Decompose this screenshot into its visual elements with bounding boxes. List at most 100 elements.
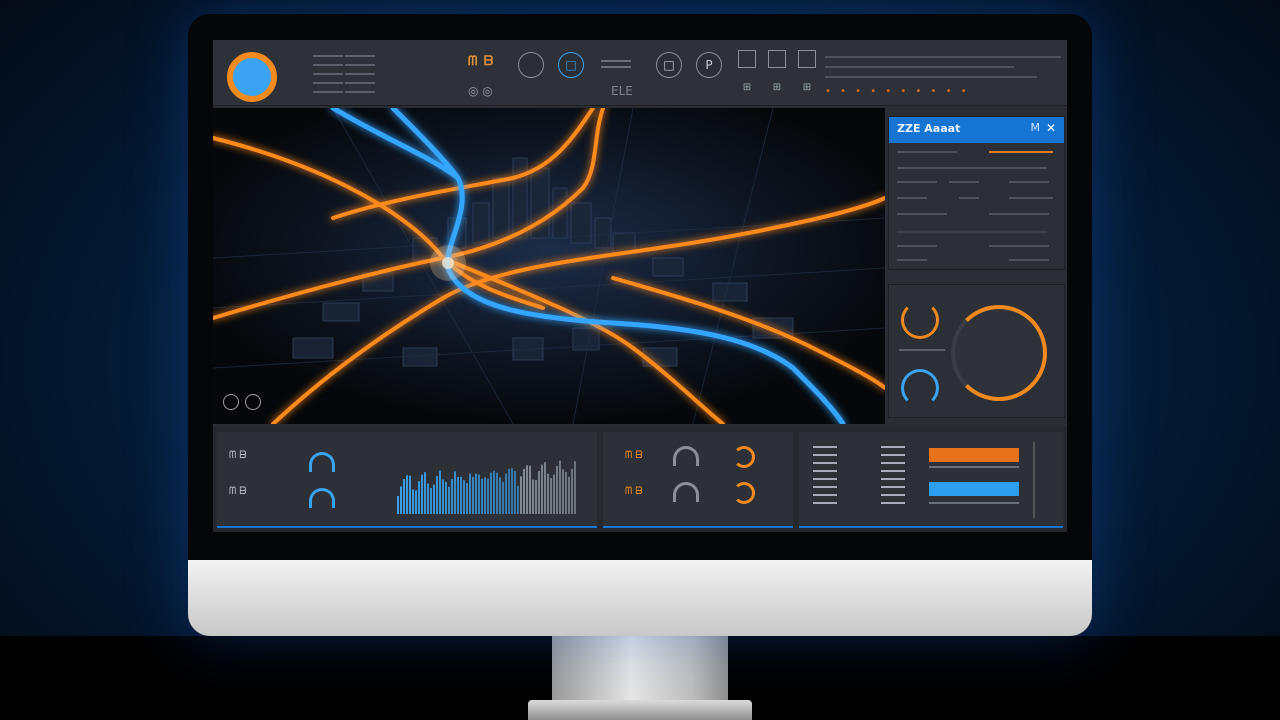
bottom-label-c: ᗰ ᗷ: [625, 450, 643, 461]
city-map-view[interactable]: [213, 108, 885, 424]
menu-lines-secondary: [345, 48, 375, 98]
histogram-bar: [397, 496, 399, 514]
histogram-bar: [520, 476, 522, 514]
histogram-bar: [454, 471, 456, 514]
toolbar-square-button-3[interactable]: [798, 50, 816, 68]
histogram-bar: [433, 484, 435, 514]
histogram-bar: [445, 481, 447, 514]
status-ticker: • • • • • • • • • •: [825, 50, 1061, 100]
histogram-bar: [487, 478, 489, 514]
toolbar-mini-icon-3[interactable]: ⊞: [798, 80, 816, 98]
map-controls: [223, 394, 261, 410]
info-panel-header: ZZE Aaaat M ✕: [889, 117, 1064, 143]
histogram-bar: [442, 479, 444, 514]
map-cloud-icon[interactable]: [245, 394, 261, 410]
histogram-bar: [463, 480, 465, 514]
histogram-bar: [400, 486, 402, 514]
histogram-bar: [496, 472, 498, 514]
mini-gauge-4: [673, 482, 699, 502]
toolbar-status-text: ELE: [611, 84, 633, 98]
map-layer-icon[interactable]: [223, 394, 239, 410]
histogram-bar: [457, 477, 459, 514]
bar-histogram: [397, 460, 576, 514]
histogram-bar: [427, 483, 429, 514]
bottom-panel-middle: ᗰ ᗷ ᗰ ᗷ: [603, 432, 793, 528]
histogram-bar: [505, 473, 507, 514]
histogram-bar: [448, 486, 450, 514]
histogram-bar: [517, 485, 519, 514]
histogram-bar: [514, 471, 516, 514]
histogram-bar: [484, 477, 486, 514]
toolbar-sub-label: ◎ ◎: [468, 84, 493, 98]
histogram-bar: [409, 475, 411, 514]
histogram-bar: [418, 481, 420, 514]
toolbar-circle-button-4[interactable]: P: [696, 52, 722, 78]
histogram-bar: [574, 461, 576, 514]
toolbar-circle-button-1[interactable]: [518, 52, 544, 78]
histogram-bar: [565, 471, 567, 514]
bottom-label-b: ᗰ ᗷ: [229, 486, 247, 497]
mini-gauge-6: [733, 482, 755, 504]
histogram-bar: [436, 476, 438, 514]
stat-lines-2: [881, 446, 905, 506]
histogram-bar: [553, 474, 555, 514]
histogram-bar: [547, 473, 549, 514]
gauge-panel: [888, 284, 1065, 418]
histogram-bar: [421, 474, 423, 514]
pin-icon[interactable]: M: [1031, 121, 1041, 134]
histogram-bar: [511, 468, 513, 514]
histogram-bar: [532, 479, 534, 514]
histogram-bar: [466, 483, 468, 514]
histogram-bar: [523, 468, 525, 514]
histogram-bar: [469, 473, 471, 514]
toolbar-circle-button-2[interactable]: □: [558, 52, 584, 78]
mini-gauge-5: [733, 446, 755, 468]
toolbar-circle-button-3[interactable]: □: [656, 52, 682, 78]
bottom-panel-right: [799, 432, 1063, 528]
map-canvas: [213, 108, 885, 424]
monitor-chin: [188, 560, 1092, 636]
histogram-bar: [472, 476, 474, 514]
close-icon[interactable]: ✕: [1046, 121, 1056, 135]
mini-gauge-1: [309, 452, 335, 472]
histogram-bar: [493, 470, 495, 514]
monitor-stand-neck: [552, 634, 728, 706]
blue-bar: [929, 482, 1019, 496]
toolbar-square-button-1[interactable]: [738, 50, 756, 68]
mini-gauge-3: [673, 446, 699, 466]
bottom-label-d: ᗰ ᗷ: [625, 486, 643, 497]
gauge-icon: [901, 301, 939, 339]
histogram-bar: [439, 470, 441, 514]
histogram-bar: [508, 468, 510, 514]
toolbar-code-label: ᗰ ᗷ: [468, 54, 495, 69]
histogram-bar: [490, 472, 492, 514]
histogram-bar: [538, 471, 540, 514]
histogram-bar: [499, 477, 501, 514]
ticker-dots: • • • • • • • • • •: [825, 86, 970, 97]
histogram-bar: [430, 488, 432, 514]
histogram-bar: [550, 478, 552, 514]
histogram-bar: [502, 481, 504, 514]
histogram-bar: [424, 472, 426, 514]
logo-ring-icon[interactable]: [227, 52, 277, 102]
toolbar-lines-a: [601, 56, 631, 72]
stat-lines-1: [813, 446, 837, 506]
toolbar-square-button-2[interactable]: [768, 50, 786, 68]
histogram-bar: [556, 465, 558, 514]
dashboard-screen: ᗰ ᗷ ◎ ◎ □ ELE □ P ⊞ ⊞ ⊞ • • • • • • • • …: [213, 40, 1067, 532]
toolbar-mini-icon-2[interactable]: ⊞: [768, 80, 786, 98]
histogram-bar: [415, 490, 417, 514]
histogram-bar: [544, 462, 546, 514]
mini-gauge-2: [309, 488, 335, 508]
histogram-bar: [526, 465, 528, 514]
info-panel-title: ZZE Aaaat: [897, 122, 961, 135]
histogram-bar: [451, 479, 453, 514]
histogram-bar: [562, 469, 564, 514]
toolbar-mini-icon-1[interactable]: ⊞: [738, 80, 756, 98]
histogram-bar: [478, 474, 480, 514]
histogram-bar: [403, 479, 405, 514]
main-gauge: [951, 305, 1047, 401]
monitor-stand-base: [528, 700, 752, 720]
top-toolbar: ᗰ ᗷ ◎ ◎ □ ELE □ P ⊞ ⊞ ⊞ • • • • • • • • …: [213, 40, 1067, 106]
menu-lines[interactable]: [313, 48, 343, 98]
